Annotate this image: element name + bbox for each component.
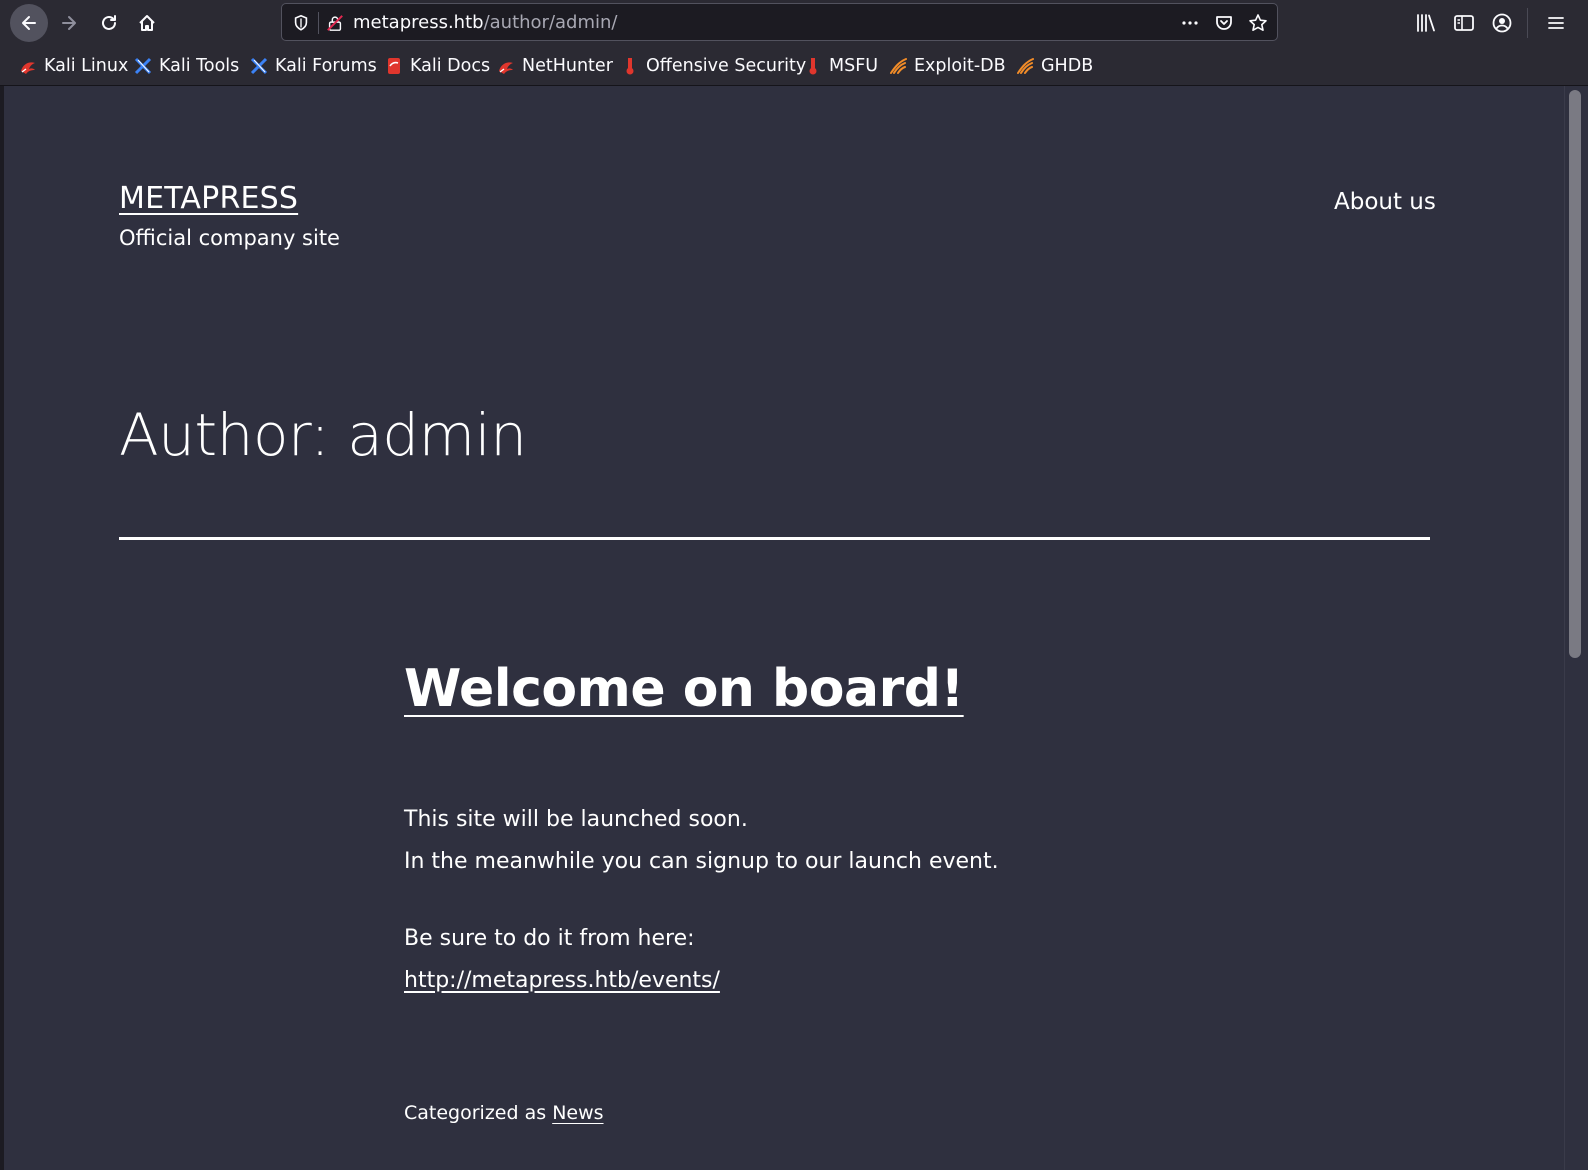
post-text-line: In the meanwhile you can signup to our l… — [404, 849, 999, 874]
site-title-link[interactable]: METAPRESS — [119, 181, 298, 216]
bookmark-kali-tools[interactable]: Kali Tools — [134, 54, 239, 78]
offsec-icon — [621, 57, 639, 75]
site-description: Official company site — [119, 226, 340, 250]
url-text[interactable]: metapress.htb/author/admin/ — [353, 12, 618, 34]
ghdb-icon — [1016, 57, 1034, 75]
reload-icon — [102, 15, 116, 30]
bookmark-exploit-db[interactable]: Exploit-DB — [889, 54, 1006, 78]
bookmark-label: NetHunter — [522, 56, 613, 76]
star-icon — [1249, 14, 1267, 31]
bookmark-label: GHDB — [1041, 56, 1094, 76]
bookmark-star-button[interactable] — [1246, 11, 1270, 35]
toolbar-separator — [1527, 8, 1528, 38]
bookmark-label: Kali Linux — [44, 56, 129, 76]
bookmark-kali-forums[interactable]: Kali Forums — [250, 54, 377, 78]
insecure-connection-icon[interactable] — [324, 12, 346, 34]
kali-docs-icon — [385, 57, 403, 75]
events-link[interactable]: http://metapress.htb/events/ — [404, 968, 720, 993]
sidebar-button[interactable] — [1451, 10, 1477, 36]
post-text-line: This site will be launched soon. — [404, 807, 748, 832]
section-divider — [119, 537, 1430, 540]
bookmark-nethunter[interactable]: NetHunter — [497, 54, 613, 78]
browser-toolbar: metapress.htb/author/admin/ — [0, 0, 1588, 45]
bookmark-label: Kali Docs — [410, 56, 491, 76]
nethunter-icon — [497, 57, 515, 75]
post-text-line: Be sure to do it from here: — [404, 926, 695, 951]
page-actions-button[interactable] — [1178, 11, 1202, 35]
archive-title: Author: admin — [119, 401, 527, 469]
bookmark-label: Exploit-DB — [914, 56, 1006, 76]
bookmark-msfu[interactable]: MSFU — [804, 54, 878, 78]
nav-about-us-link[interactable]: About us — [1334, 189, 1436, 215]
menu-button[interactable] — [1543, 10, 1569, 36]
page-scrollbar[interactable] — [1564, 86, 1588, 1170]
kali-dragon-icon — [19, 57, 37, 75]
msfu-icon — [804, 57, 822, 75]
category-prefix: Categorized as — [404, 1102, 547, 1124]
url-path: /author/admin/ — [483, 12, 618, 33]
account-icon — [1492, 13, 1512, 33]
bookmarks-toolbar: Kali Linux Kali Tools Kali Forums Kali D… — [0, 45, 1588, 86]
library-button[interactable] — [1413, 10, 1439, 36]
home-icon — [139, 15, 155, 31]
library-icon — [1417, 14, 1435, 32]
bookmark-label: Kali Forums — [275, 56, 377, 76]
post-title-link[interactable]: Welcome on board! — [404, 659, 964, 719]
back-button[interactable] — [10, 4, 48, 42]
url-host: metapress.htb — [353, 12, 484, 33]
pocket-icon — [1216, 16, 1232, 30]
bookmark-offensive-security[interactable]: Offensive Security — [621, 54, 806, 78]
category-news-link[interactable]: News — [552, 1102, 603, 1124]
kali-forums-icon — [250, 57, 268, 75]
account-button[interactable] — [1489, 10, 1515, 36]
kali-tools-icon — [134, 57, 152, 75]
urlbar-separator — [318, 12, 319, 34]
address-bar[interactable]: metapress.htb/author/admin/ — [281, 3, 1278, 41]
forward-button[interactable] — [50, 4, 88, 42]
bookmark-ghdb[interactable]: GHDB — [1016, 54, 1093, 78]
bookmark-kali-docs[interactable]: Kali Docs — [385, 54, 490, 78]
bookmark-kali-linux[interactable]: Kali Linux — [19, 54, 128, 78]
back-icon — [22, 16, 36, 30]
pocket-button[interactable] — [1212, 11, 1236, 35]
sidebar-icon — [1454, 15, 1474, 31]
home-button[interactable] — [128, 4, 166, 42]
tracking-protection-icon[interactable] — [290, 12, 312, 34]
menu-icon — [1548, 17, 1564, 29]
page-content: METAPRESS Official company site About us… — [4, 86, 1564, 1170]
bookmark-label: MSFU — [829, 56, 879, 76]
forward-icon — [62, 16, 76, 30]
reload-button[interactable] — [90, 4, 128, 42]
bookmark-label: Kali Tools — [159, 56, 240, 76]
more-dots-icon — [1182, 21, 1198, 25]
exploit-db-icon — [889, 57, 907, 75]
bookmark-label: Offensive Security — [646, 56, 807, 76]
scrollbar-thumb[interactable] — [1569, 90, 1581, 658]
post-category: Categorized as News — [404, 1102, 604, 1124]
